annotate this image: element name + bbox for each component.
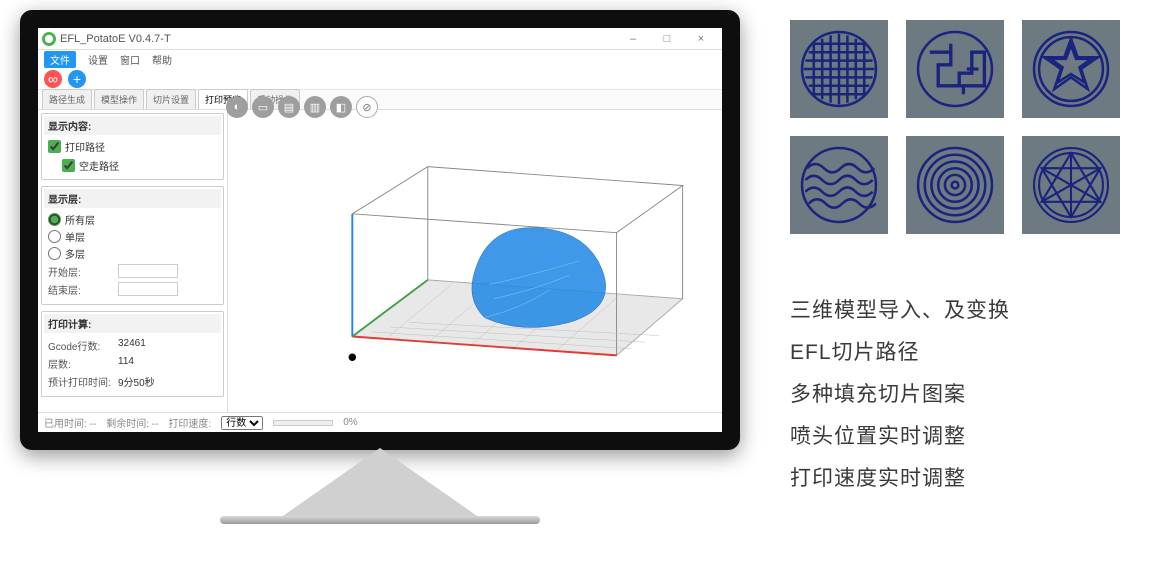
feature-item: 多种填充切片图案 (790, 374, 1010, 416)
close-button[interactable]: × (684, 33, 718, 45)
view-toolbar: ◐ ▭ ▤ ▥ ◧ ⊘ (226, 96, 378, 118)
checkbox-print-path[interactable]: 打印路径 (48, 139, 217, 154)
monitor-frame: ⬤ EFL_PotatoE V0.4.7-T – □ × 文件 设置 窗口 帮助… (20, 10, 740, 550)
radio-single-layer[interactable]: 单层 (48, 229, 217, 244)
status-mode-select[interactable]: 行数 (221, 416, 263, 430)
pattern-waves (790, 136, 888, 234)
app-window: ⬤ EFL_PotatoE V0.4.7-T – □ × 文件 设置 窗口 帮助… (38, 28, 722, 432)
panel-head: 打印计算: (44, 314, 221, 333)
view-top-icon[interactable]: ▭ (252, 96, 274, 118)
pattern-concentric (906, 136, 1004, 234)
scene-svg (228, 110, 722, 412)
start-layer-input[interactable] (118, 264, 178, 278)
view-front-icon[interactable]: ▤ (278, 96, 300, 118)
end-layer-label: 结束层: (48, 282, 118, 297)
feature-list: 三维模型导入、及变换 EFL切片路径 多种填充切片图案 喷头位置实时调整 打印速… (790, 290, 1010, 500)
pattern-grid (790, 20, 1130, 234)
pattern-star (1022, 20, 1120, 118)
toolbar: ∞ + (38, 68, 722, 90)
est-time-value: 9分50秒 (118, 374, 155, 389)
workarea: 显示内容: 打印路径 空走路径 (38, 110, 722, 412)
link-icon[interactable]: ∞ (44, 70, 62, 88)
radio-multi-layer[interactable]: 多层 (48, 246, 217, 261)
panel-display-layer: 显示层: 所有层 单层 多 (41, 186, 224, 305)
menu-help[interactable]: 帮助 (152, 52, 172, 67)
feature-item: 三维模型导入、及变换 (790, 290, 1010, 332)
panel-calc: 打印计算: Gcode行数:32461 层数:114 预计打印时间:9分50秒 (41, 311, 224, 397)
pattern-grid-hatch (790, 20, 888, 118)
menu-settings[interactable]: 设置 (88, 52, 108, 67)
progress-bar (273, 420, 333, 426)
pattern-triangles (1022, 136, 1120, 234)
tab-pathgen[interactable]: 路径生成 (42, 89, 92, 109)
start-layer-label: 开始层: (48, 264, 118, 279)
app-icon: ⬤ (42, 32, 56, 46)
tab-modelops[interactable]: 模型操作 (94, 89, 144, 109)
end-layer-input[interactable] (118, 282, 178, 296)
tab-slice[interactable]: 切片设置 (146, 89, 196, 109)
monitor-foot (220, 516, 540, 524)
view-iso-icon[interactable]: ◧ (330, 96, 352, 118)
view-cancel-icon[interactable]: ⊘ (356, 96, 378, 118)
window-title: EFL_PotatoE V0.4.7-T (60, 33, 616, 45)
panel-display-content: 显示内容: 打印路径 空走路径 (41, 113, 224, 180)
pattern-maze (906, 20, 1004, 118)
titlebar: ⬤ EFL_PotatoE V0.4.7-T – □ × (38, 28, 722, 50)
menubar: 文件 设置 窗口 帮助 (38, 50, 722, 68)
feature-item: EFL切片路径 (790, 332, 1010, 374)
status-elapsed: 已用时间: -- (44, 415, 96, 430)
checkbox-travel-path-input[interactable] (62, 159, 75, 172)
status-remain: 剩余时间: -- (106, 415, 158, 430)
gcode-lines-value: 32461 (118, 338, 146, 353)
monitor-stand (280, 448, 480, 518)
status-speed: 打印速度: (168, 415, 211, 430)
monitor-bezel: ⬤ EFL_PotatoE V0.4.7-T – □ × 文件 设置 窗口 帮助… (20, 10, 740, 450)
panel-head: 显示内容: (44, 116, 221, 135)
checkbox-print-path-input[interactable] (48, 140, 61, 153)
viewport-3d[interactable] (228, 110, 722, 412)
menu-window[interactable]: 窗口 (120, 52, 140, 67)
maximize-button[interactable]: □ (650, 33, 684, 45)
progress-pct: 0% (343, 417, 357, 428)
minimize-button[interactable]: – (616, 33, 650, 45)
view-shade-icon[interactable]: ◐ (226, 96, 248, 118)
feature-item: 打印速度实时调整 (790, 458, 1010, 500)
layer-count-value: 114 (118, 356, 134, 371)
radio-all-layers[interactable]: 所有层 (48, 212, 217, 227)
feature-item: 喷头位置实时调整 (790, 416, 1010, 458)
add-icon[interactable]: + (68, 70, 86, 88)
statusbar: 已用时间: -- 剩余时间: -- 打印速度: 行数 0% (38, 412, 722, 432)
tabbar: 路径生成 模型操作 切片设置 打印预览 手动操作 (38, 90, 722, 110)
view-side-icon[interactable]: ▥ (304, 96, 326, 118)
menu-file[interactable]: 文件 (44, 51, 76, 68)
checkbox-travel-path[interactable]: 空走路径 (62, 158, 119, 173)
panel-head: 显示层: (44, 189, 221, 208)
side-panel: 显示内容: 打印路径 空走路径 (38, 110, 228, 412)
